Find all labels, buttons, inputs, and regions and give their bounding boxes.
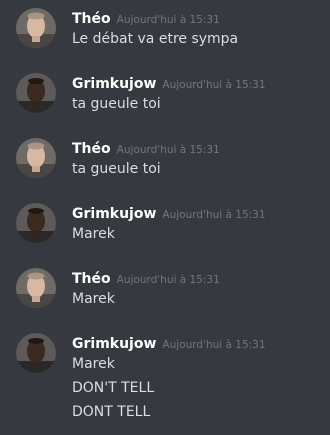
timestamp: Aujourd'hui à 15:31	[162, 209, 266, 221]
grimkujow-avatar-icon[interactable]	[16, 203, 56, 243]
username[interactable]: Grimkujow	[72, 336, 156, 352]
username[interactable]: Théo	[72, 271, 111, 287]
message-header: Théo Aujourd'hui à 15:31	[72, 268, 220, 288]
username[interactable]: Grimkujow	[72, 206, 156, 222]
message-text: ta gueule toi	[72, 96, 161, 112]
message-text: Marek	[72, 291, 115, 307]
message-text: DON'T TELL	[72, 380, 155, 396]
message-text: Le débat va etre sympa	[72, 31, 239, 47]
message-text: Marek	[72, 226, 115, 242]
timestamp: Aujourd'hui à 15:31	[116, 274, 220, 286]
message-text: ta gueule toi	[72, 161, 161, 177]
message-header: Grimkujow Aujourd'hui à 15:31	[72, 333, 266, 353]
message-text: Marek	[72, 356, 115, 372]
grimkujow-avatar-icon[interactable]	[16, 73, 56, 113]
timestamp: Aujourd'hui à 15:31	[116, 14, 220, 26]
chat-message-list: Théo Aujourd'hui à 15:31 Le débat va etre…	[0, 0, 330, 435]
timestamp: Aujourd'hui à 15:31	[162, 79, 266, 91]
message-header: Théo Aujourd'hui à 15:31	[72, 8, 220, 28]
username[interactable]: Théo	[72, 141, 111, 157]
message-header: Grimkujow Aujourd'hui à 15:31	[72, 203, 266, 223]
message-header: Théo Aujourd'hui à 15:31	[72, 138, 220, 158]
grimkujow-avatar-icon[interactable]	[16, 333, 56, 373]
username[interactable]: Théo	[72, 11, 111, 27]
timestamp: Aujourd'hui à 15:31	[116, 144, 220, 156]
message-text: DONT TELL	[72, 404, 151, 420]
username[interactable]: Grimkujow	[72, 76, 156, 92]
timestamp: Aujourd'hui à 15:31	[162, 339, 266, 351]
message-header: Grimkujow Aujourd'hui à 15:31	[72, 73, 266, 93]
theo-avatar-icon[interactable]	[16, 138, 56, 178]
theo-avatar-icon[interactable]	[16, 268, 56, 308]
theo-avatar-icon[interactable]	[16, 8, 56, 48]
